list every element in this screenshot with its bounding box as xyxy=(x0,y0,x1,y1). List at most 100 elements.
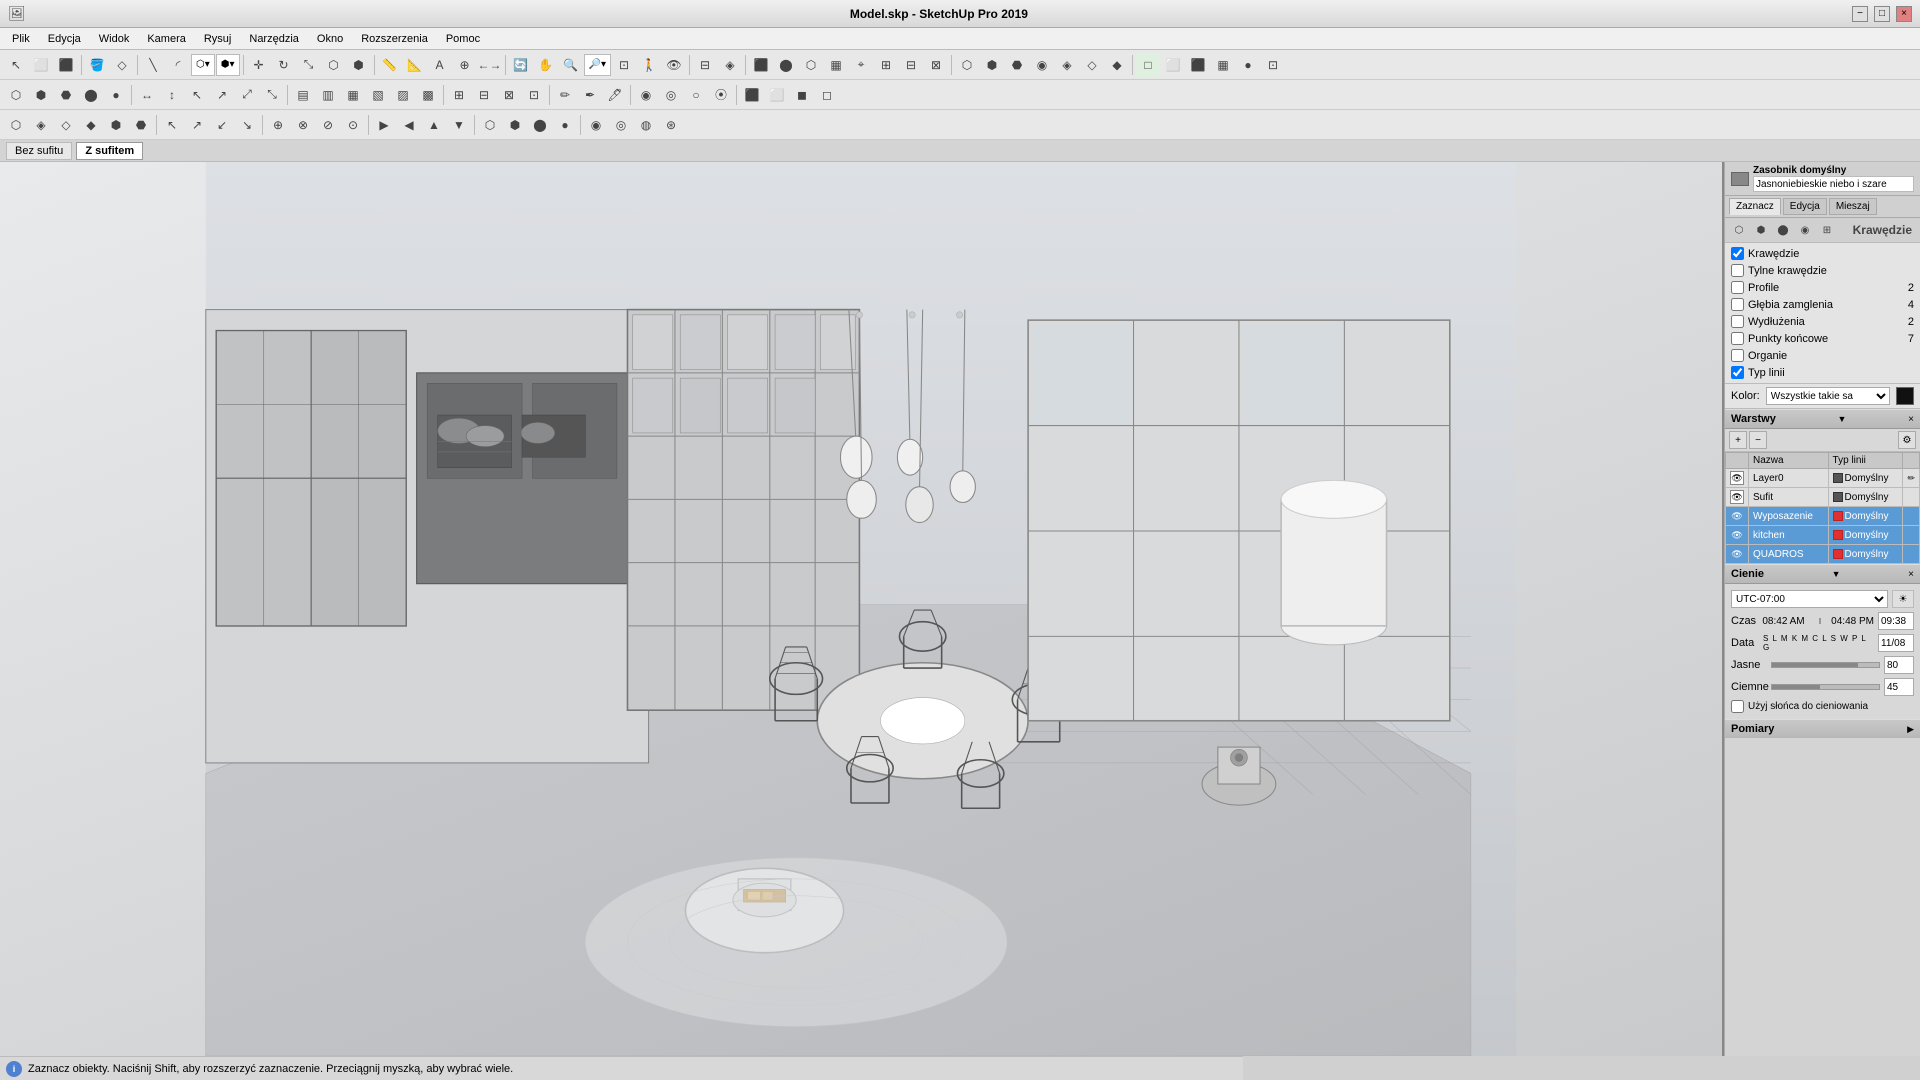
hidden-btn[interactable]: ⬜ xyxy=(1161,53,1185,77)
tb3-btn3[interactable]: ◇ xyxy=(54,113,78,137)
tape-tool[interactable]: 📏 xyxy=(378,53,402,77)
cb-typ-linii[interactable] xyxy=(1731,366,1744,379)
tb2-btn9[interactable]: ↗ xyxy=(210,83,234,107)
tb3-btn19[interactable]: ⬡ xyxy=(478,113,502,137)
tb3-btn18[interactable]: ▼ xyxy=(447,113,471,137)
tb2-btn27[interactable]: ○ xyxy=(684,83,708,107)
close-warstwy-btn[interactable]: × xyxy=(1908,414,1914,425)
wypos-vis[interactable]: 👁 xyxy=(1730,509,1744,523)
menu-pomoc[interactable]: Pomoc xyxy=(438,31,488,47)
tb3-btn13[interactable]: ⊘ xyxy=(316,113,340,137)
menu-rozszerzenia[interactable]: Rozszerzenia xyxy=(353,31,436,47)
tb3-btn9[interactable]: ↙ xyxy=(210,113,234,137)
tb-btn-b7[interactable]: ◆ xyxy=(1105,53,1129,77)
menu-widok[interactable]: Widok xyxy=(91,31,138,47)
component-btn[interactable]: ⬜ xyxy=(29,53,53,77)
protractor-tool[interactable]: 📐 xyxy=(403,53,427,77)
layer-row-sufit[interactable]: 👁 Sufit Domyślny xyxy=(1726,488,1920,507)
cb-punkty[interactable] xyxy=(1731,332,1744,345)
style-icon4[interactable]: ◉ xyxy=(1795,220,1815,240)
cb-tylne[interactable] xyxy=(1731,264,1744,277)
solar-cb[interactable] xyxy=(1731,700,1744,713)
tb3-btn22[interactable]: ● xyxy=(553,113,577,137)
tb2-btn18[interactable]: ⊞ xyxy=(447,83,471,107)
tb3-btn4[interactable]: ◆ xyxy=(79,113,103,137)
scale-tool[interactable]: ⤡ xyxy=(297,53,321,77)
tb2-btn4[interactable]: ⬤ xyxy=(79,83,103,107)
close-cienie-btn[interactable]: × xyxy=(1908,569,1914,580)
tb2-btn17[interactable]: ▩ xyxy=(416,83,440,107)
tb-btn-b6[interactable]: ◇ xyxy=(1080,53,1104,77)
layer-row-quadros[interactable]: 👁 QUADROS Domyślny xyxy=(1726,545,1920,564)
layer-row-kitchen[interactable]: 👁 kitchen Domyślny xyxy=(1726,526,1920,545)
tb-btn-a2[interactable]: ⬤ xyxy=(774,53,798,77)
tb2-btn2[interactable]: ⬢ xyxy=(29,83,53,107)
layer0-vis[interactable]: 👁 xyxy=(1730,471,1744,485)
style-icon2[interactable]: ⬢ xyxy=(1751,220,1771,240)
tb3-btn5[interactable]: ⬢ xyxy=(104,113,128,137)
style-icon5[interactable]: ⊞ xyxy=(1817,220,1837,240)
tb-btn-b2[interactable]: ⬢ xyxy=(980,53,1004,77)
tb2-btn25[interactable]: ◉ xyxy=(634,83,658,107)
close-button[interactable]: × xyxy=(1896,6,1912,22)
tb2-btn1[interactable]: ⬡ xyxy=(4,83,28,107)
quadros-vis[interactable]: 👁 xyxy=(1730,547,1744,561)
menu-edycja[interactable]: Edycja xyxy=(40,31,89,47)
tb-btn-a8[interactable]: ⊠ xyxy=(924,53,948,77)
tb-btn-b3[interactable]: ⬣ xyxy=(1005,53,1029,77)
tb3-btn8[interactable]: ↗ xyxy=(185,113,209,137)
tb3-btn12[interactable]: ⊗ xyxy=(291,113,315,137)
cienie-header[interactable]: Cienie ▼ × xyxy=(1725,564,1920,584)
tb2-btn21[interactable]: ⊡ xyxy=(522,83,546,107)
arc-tool[interactable]: ◜ xyxy=(166,53,190,77)
menu-okno[interactable]: Okno xyxy=(309,31,351,47)
tb2-btn29[interactable]: ⬛ xyxy=(740,83,764,107)
zasobnik-input[interactable] xyxy=(1753,176,1914,192)
tab-zaznacz[interactable]: Zaznacz xyxy=(1729,198,1781,215)
tb2-btn28[interactable]: ⦿ xyxy=(709,83,733,107)
time-slider[interactable] xyxy=(1819,618,1821,624)
tb2-btn23[interactable]: ✒ xyxy=(578,83,602,107)
dim-tool[interactable]: ←→ xyxy=(478,53,502,77)
group-btn[interactable]: ⬛ xyxy=(54,53,78,77)
sufit-vis[interactable]: 👁 xyxy=(1730,490,1744,504)
kitchen-vis[interactable]: 👁 xyxy=(1730,528,1744,542)
tb3-btn21[interactable]: ⬤ xyxy=(528,113,552,137)
cb-glebia[interactable] xyxy=(1731,298,1744,311)
tb-btn-a1[interactable]: ⬛ xyxy=(749,53,773,77)
tb3-btn16[interactable]: ◀ xyxy=(397,113,421,137)
tb2-btn11[interactable]: ⤡ xyxy=(260,83,284,107)
pan-tool[interactable]: ✋ xyxy=(534,53,558,77)
tb3-btn20[interactable]: ⬢ xyxy=(503,113,527,137)
tb3-btn14[interactable]: ⊙ xyxy=(341,113,365,137)
z-sufitem-btn[interactable]: Z sufitem xyxy=(76,142,143,160)
tab-edycja[interactable]: Edycja xyxy=(1783,198,1827,215)
tb2-btn31[interactable]: ◼ xyxy=(790,83,814,107)
tb2-btn3[interactable]: ⬣ xyxy=(54,83,78,107)
menu-narzedzia[interactable]: Narzędzia xyxy=(241,31,307,47)
tb-btn-b1[interactable]: ⬡ xyxy=(955,53,979,77)
tb2-btn10[interactable]: ⤢ xyxy=(235,83,259,107)
tb2-btn20[interactable]: ⊠ xyxy=(497,83,521,107)
pushpull-tool[interactable]: ⬡ xyxy=(322,53,346,77)
layer-options-btn[interactable]: ⚙ xyxy=(1898,431,1916,449)
shaded-btn[interactable]: ⬛ xyxy=(1186,53,1210,77)
zoom-dropdown[interactable]: 🔎▾ xyxy=(584,54,611,76)
pomiary-header[interactable]: Pomiary ▶ xyxy=(1725,719,1920,738)
tb3-btn23[interactable]: ◉ xyxy=(584,113,608,137)
menu-kamera[interactable]: Kamera xyxy=(139,31,194,47)
tb3-btn11[interactable]: ⊕ xyxy=(266,113,290,137)
menu-rysuj[interactable]: Rysuj xyxy=(196,31,240,47)
tb-btn-a4[interactable]: ▦ xyxy=(824,53,848,77)
look-tool[interactable]: 👁 xyxy=(662,53,686,77)
cb-wydluzenia[interactable] xyxy=(1731,315,1744,328)
axis-tool[interactable]: ⊕ xyxy=(453,53,477,77)
tb-btn-a7[interactable]: ⊟ xyxy=(899,53,923,77)
layer0-edit[interactable]: ✏ xyxy=(1907,473,1915,483)
sun-btn[interactable]: ☀ xyxy=(1892,590,1914,608)
tb3-btn6[interactable]: ⬣ xyxy=(129,113,153,137)
section-tool[interactable]: ⊟ xyxy=(693,53,717,77)
offset-tool[interactable]: ⬢ xyxy=(347,53,371,77)
warstwy-header[interactable]: Warstwy ▼ × xyxy=(1725,409,1920,429)
solid-btn[interactable]: ● xyxy=(1236,53,1260,77)
